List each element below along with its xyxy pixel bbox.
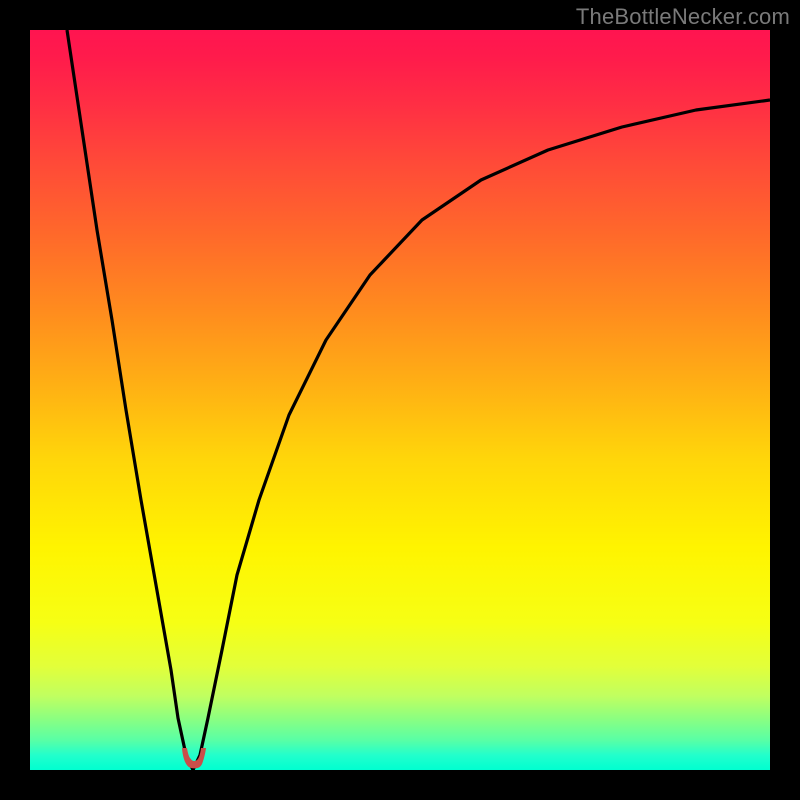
- watermark-text: TheBottleNecker.com: [576, 4, 790, 30]
- optimal-marker: [180, 746, 208, 770]
- chart-plot-area: [30, 30, 770, 770]
- bottleneck-curve: [30, 30, 770, 770]
- curve-path: [67, 30, 770, 770]
- optimal-marker-shape: [182, 748, 206, 768]
